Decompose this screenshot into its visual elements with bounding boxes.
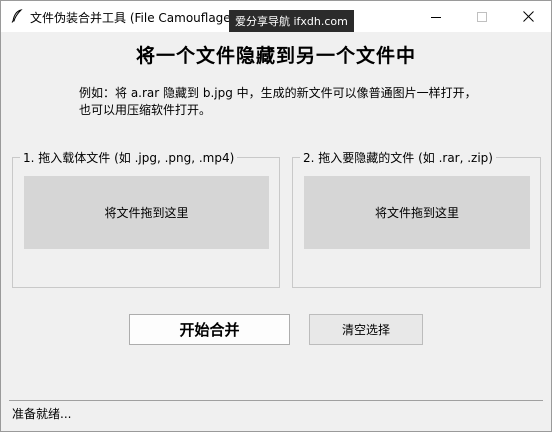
carrier-group-label: 1. 拖入载体文件 (如 .jpg, .png, .mp4) — [20, 149, 238, 166]
carrier-drop-text: 将文件拖到这里 — [104, 206, 189, 220]
clear-selection-button[interactable]: 清空选择 — [309, 314, 423, 345]
maximize-button[interactable] — [459, 1, 505, 32]
page-title: 将一个文件隐藏到另一个文件中 — [135, 45, 416, 67]
hidden-group-label: 2. 拖入要隐藏的文件 (如 .rar, .zip) — [300, 149, 496, 166]
hidden-drop-text: 将文件拖到这里 — [374, 206, 459, 220]
status-bar-text: 准备就绪... — [12, 407, 72, 421]
status-divider — [9, 400, 543, 401]
start-merge-button[interactable]: 开始合并 — [129, 314, 290, 345]
hidden-drop-zone[interactable]: 将文件拖到这里 — [304, 176, 530, 249]
close-icon — [522, 11, 534, 22]
window-title: 文件伪装合并工具 (File Camouflage — [30, 11, 231, 25]
feather-icon — [10, 9, 24, 23]
watermark-badge: 爱分享导航 ifxdh.com — [229, 10, 354, 32]
minimize-icon — [431, 16, 441, 18]
description: 例如：将 a.rar 隐藏到 b.jpg 中，生成的新文件可以像普通图片一样打开… — [79, 85, 499, 119]
close-button[interactable] — [505, 1, 551, 32]
title-bar[interactable]: 文件伪装合并工具 (File Camouflage 爱分享导航 ifxdh.co… — [1, 1, 551, 32]
description-line-1: 例如：将 a.rar 隐藏到 b.jpg 中，生成的新文件可以像普通图片一样打开… — [79, 86, 477, 100]
app-window: 文件伪装合并工具 (File Camouflage 爱分享导航 ifxdh.co… — [0, 0, 552, 432]
carrier-file-group: 1. 拖入载体文件 (如 .jpg, .png, .mp4) 将文件拖到这里 — [12, 149, 280, 288]
hidden-file-group: 2. 拖入要隐藏的文件 (如 .rar, .zip) 将文件拖到这里 — [292, 149, 541, 288]
maximize-icon — [477, 11, 487, 22]
minimize-button[interactable] — [413, 1, 459, 32]
carrier-drop-zone[interactable]: 将文件拖到这里 — [24, 176, 269, 249]
description-line-2: 也可以用压缩软件打开。 — [79, 103, 212, 117]
